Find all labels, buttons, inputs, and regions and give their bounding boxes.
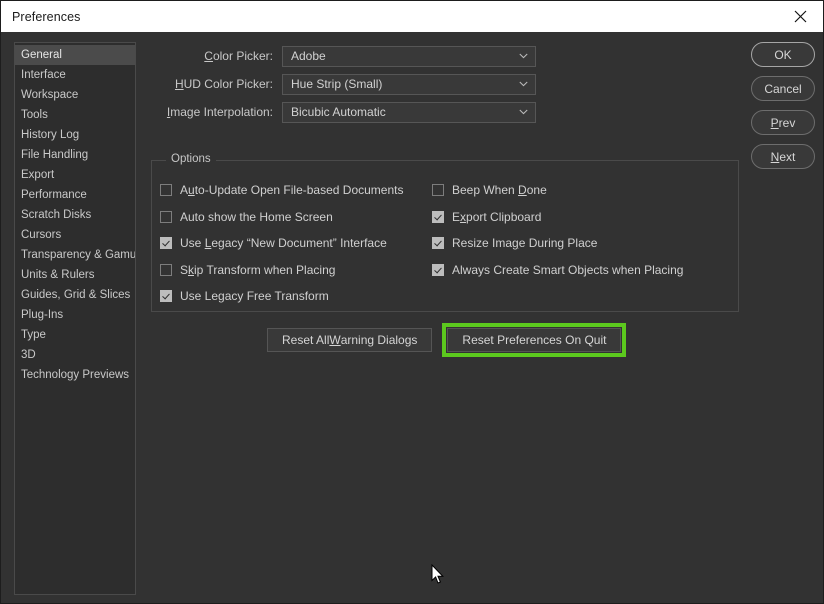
sidebar-item-label: Guides, Grid & Slices — [21, 289, 131, 301]
chevron-down-icon — [519, 81, 528, 87]
checkbox-use-legacy-new-document-interface[interactable] — [160, 237, 172, 250]
checkbox-label-resize-image-during-place: Resize Image During Place — [452, 236, 598, 251]
sidebar-item-tools[interactable]: Tools — [15, 105, 135, 125]
sidebar-item-units-rulers[interactable]: Units & Rulers — [15, 265, 135, 285]
checkbox-row-resize-image-during-place[interactable]: Resize Image During Place — [432, 230, 732, 257]
sidebar-item-export[interactable]: Export — [15, 165, 135, 185]
dialog-action-buttons: OK Cancel Prev Next — [751, 42, 815, 178]
checkbox-beep-when-done[interactable] — [432, 184, 444, 197]
checkbox-label-auto-show-the-home-screen: Auto show the Home Screen — [180, 209, 333, 224]
sidebar-item-cursors[interactable]: Cursors — [15, 225, 135, 245]
checkbox-row-always-create-smart-objects-when-placing[interactable]: Always Create Smart Objects when Placing — [432, 257, 732, 284]
sidebar-item-history-log[interactable]: History Log — [15, 125, 135, 145]
sidebar-item-label: General — [21, 49, 62, 61]
checkbox-label-use-legacy-new-document-interface: Use Legacy “New Document” Interface — [180, 236, 387, 251]
checkbox-label-beep-when-done: Beep When Done — [452, 183, 547, 198]
checkbox-export-clipboard[interactable] — [432, 210, 444, 223]
checkbox-row-use-legacy-free-transform[interactable]: Use Legacy Free Transform — [160, 283, 432, 310]
image-interpolation-row: Image Interpolation: Bicubic Automatic — [151, 98, 741, 126]
hud-color-picker-select[interactable]: Hue Strip (Small) — [282, 73, 536, 95]
sidebar-item-performance[interactable]: Performance — [15, 185, 135, 205]
sidebar-item-label: Tools — [21, 109, 48, 121]
sidebar-item-transparency-gamut[interactable]: Transparency & Gamut — [15, 245, 135, 265]
cancel-button[interactable]: Cancel — [751, 76, 815, 101]
sidebar-item-workspace[interactable]: Workspace — [15, 85, 135, 105]
sidebar-item-label: Type — [21, 329, 46, 341]
checkbox-row-auto-show-the-home-screen[interactable]: Auto show the Home Screen — [160, 204, 432, 231]
mouse-cursor — [431, 563, 445, 585]
sidebar-item-3d[interactable]: 3D — [15, 345, 135, 365]
next-button[interactable]: Next — [751, 144, 815, 169]
checkbox-row-export-clipboard[interactable]: Export Clipboard — [432, 204, 732, 231]
chevron-down-icon — [519, 109, 528, 115]
options-right-column: Beep When Done Export Clipboard Resize Ima… — [432, 177, 732, 310]
checkbox-row-use-legacy-new-document-interface[interactable]: Use Legacy “New Document” Interface — [160, 230, 432, 257]
checkbox-row-auto-update-open-file-based-documents[interactable]: Auto-Update Open File-based Documents — [160, 177, 432, 204]
checkbox-always-create-smart-objects-when-placing[interactable] — [432, 263, 444, 276]
sidebar-item-label: Units & Rulers — [21, 269, 95, 281]
ok-button[interactable]: OK — [751, 42, 815, 67]
sidebar-item-label: Technology Previews — [21, 369, 130, 381]
color-picker-select[interactable]: Adobe — [282, 45, 536, 67]
sidebar-item-interface[interactable]: Interface — [15, 65, 135, 85]
reset-buttons-row: Reset All Warning Dialogs Reset Preferen… — [267, 323, 627, 357]
checkbox-auto-update-open-file-based-documents[interactable] — [160, 184, 172, 197]
image-interpolation-select[interactable]: Bicubic Automatic — [282, 101, 536, 123]
color-picker-value: Adobe — [291, 49, 326, 63]
reset-preferences-on-quit-button[interactable]: Reset Preferences On Quit — [447, 328, 622, 352]
checkbox-label-export-clipboard: Export Clipboard — [452, 209, 542, 224]
checkbox-label-auto-update-open-file-based-documents: Auto-Update Open File-based Documents — [180, 183, 404, 198]
checkbox-resize-image-during-place[interactable] — [432, 237, 444, 250]
dialog-body: General Interface Workspace Tools History Lo… — [1, 32, 823, 603]
options-group: Options Auto-Update Open File-based Docu… — [151, 153, 739, 312]
chevron-down-icon — [519, 53, 528, 59]
hud-color-picker-label: HUD Color Picker: — [174, 77, 273, 91]
highlight-outline: Reset Preferences On Quit — [442, 323, 627, 357]
options-group-label: Options — [166, 153, 216, 165]
options-left-column: Auto-Update Open File-based Documents Aut… — [152, 177, 432, 310]
checkbox-use-legacy-free-transform[interactable] — [160, 290, 172, 303]
title-bar: Preferences — [1, 1, 823, 32]
checkbox-auto-show-the-home-screen[interactable] — [160, 210, 172, 223]
sidebar-item-label: Workspace — [21, 89, 79, 101]
sidebar-item-guides-grid-slices[interactable]: Guides, Grid & Slices — [15, 285, 135, 305]
sidebar-item-label: Performance — [21, 189, 87, 201]
sidebar-item-plug-ins[interactable]: Plug-Ins — [15, 305, 135, 325]
close-icon — [794, 10, 807, 23]
hud-color-picker-value: Hue Strip (Small) — [291, 77, 383, 91]
checkbox-label-use-legacy-free-transform: Use Legacy Free Transform — [180, 289, 329, 304]
prev-button[interactable]: Prev — [751, 110, 815, 135]
sidebar-item-label: Scratch Disks — [21, 209, 92, 221]
sidebar-item-label: Plug-Ins — [21, 309, 64, 321]
sidebar-item-type[interactable]: Type — [15, 325, 135, 345]
preferences-dialog: Preferences General Interface Workspace Too… — [0, 0, 824, 604]
category-list[interactable]: General Interface Workspace Tools History Lo… — [14, 42, 136, 595]
sidebar-item-label: File Handling — [21, 149, 89, 161]
close-button[interactable] — [778, 1, 823, 32]
checkbox-row-skip-transform-when-placing[interactable]: Skip Transform when Placing — [160, 257, 432, 284]
sidebar-item-label: History Log — [21, 129, 80, 141]
sidebar-item-file-handling[interactable]: File Handling — [15, 145, 135, 165]
sidebar-item-label: Cursors — [21, 229, 62, 241]
reset-all-warning-dialogs-button[interactable]: Reset All Warning Dialogs — [267, 328, 433, 352]
sidebar-item-technology-previews[interactable]: Technology Previews — [15, 365, 135, 385]
image-interpolation-label: Image Interpolation: — [166, 105, 273, 119]
sidebar-item-general[interactable]: General — [15, 45, 135, 65]
window-title: Preferences — [12, 9, 81, 24]
color-picker-label: Color Picker: — [204, 49, 273, 63]
settings-form: Color Picker: Adobe HUD Color Picker: Hue S… — [151, 42, 741, 126]
sidebar-item-scratch-disks[interactable]: Scratch Disks — [15, 205, 135, 225]
checkbox-label-skip-transform-when-placing: Skip Transform when Placing — [180, 262, 336, 277]
checkbox-label-always-create-smart-objects-when-placing: Always Create Smart Objects when Placing — [452, 262, 684, 277]
hud-color-picker-row: HUD Color Picker: Hue Strip (Small) — [151, 70, 741, 98]
sidebar-item-label: Export — [21, 169, 55, 181]
color-picker-row: Color Picker: Adobe — [151, 42, 741, 70]
checkbox-skip-transform-when-placing[interactable] — [160, 263, 172, 276]
image-interpolation-value: Bicubic Automatic — [291, 105, 386, 119]
sidebar-item-label: Interface — [21, 69, 66, 81]
sidebar-item-label: 3D — [21, 349, 36, 361]
sidebar-item-label: Transparency & Gamut — [21, 249, 136, 261]
checkbox-row-beep-when-done[interactable]: Beep When Done — [432, 177, 732, 204]
